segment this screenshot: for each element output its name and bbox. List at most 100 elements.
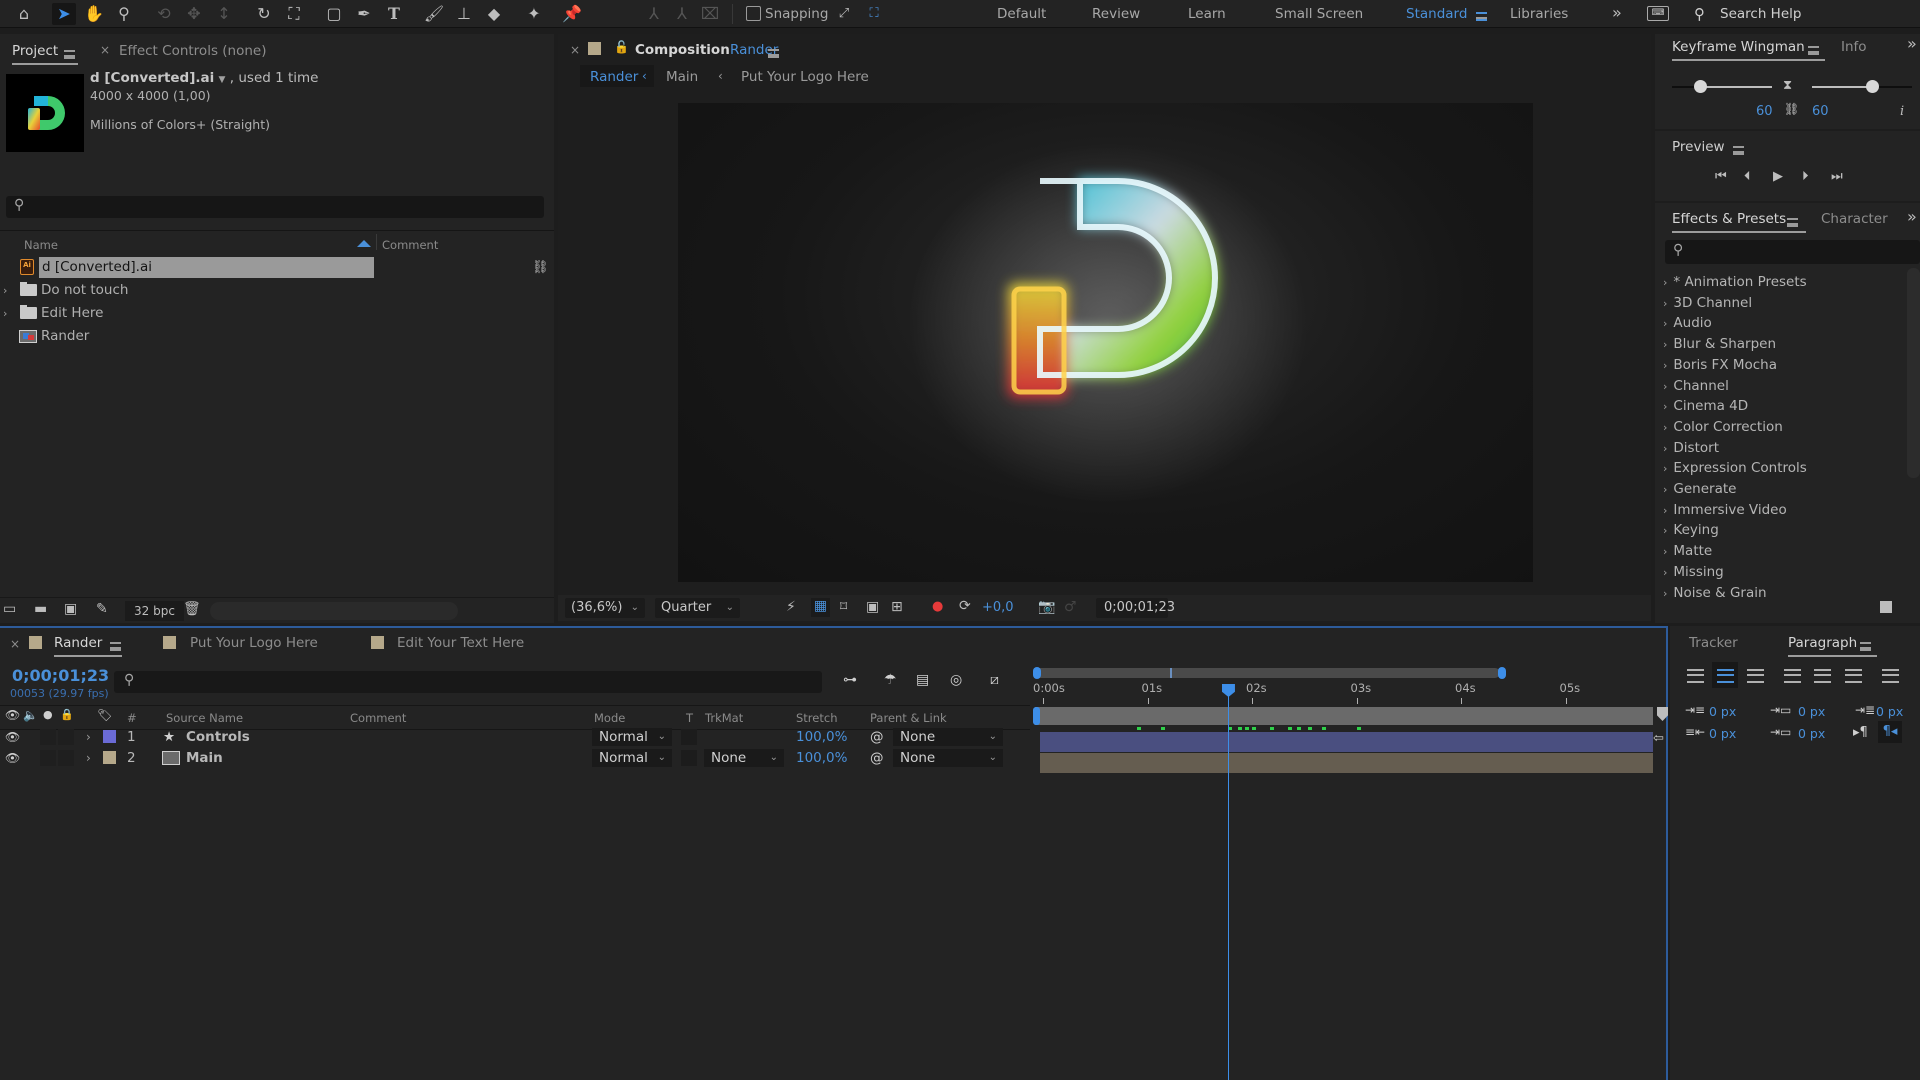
more-workspaces-icon[interactable]: » — [1612, 3, 1622, 22]
effects-category[interactable]: › Expression Controls — [1663, 460, 1807, 476]
lock-toggle[interactable] — [58, 729, 74, 745]
space-before-value[interactable]: 0 px — [1798, 704, 1825, 719]
interpret-footage-icon[interactable]: ▭ — [3, 601, 16, 617]
tab-edit-your-text-here[interactable]: Edit Your Text Here — [397, 635, 524, 651]
timeline-menu-icon[interactable] — [110, 639, 121, 654]
indent-left-value[interactable]: 0 px — [1709, 704, 1736, 719]
tab-character[interactable]: Character — [1821, 211, 1888, 227]
work-area-bar[interactable] — [1035, 707, 1653, 725]
region-of-interest-icon[interactable]: ▣ — [866, 599, 879, 615]
comp-marker-bin-icon[interactable] — [1657, 707, 1668, 721]
comp-mini-flowchart-icon[interactable]: ⊶ — [843, 672, 857, 688]
tab-keyframe-wingman[interactable]: Keyframe Wingman — [1672, 39, 1825, 61]
ease-in-slider-handle[interactable] — [1694, 80, 1707, 93]
workspace-default[interactable]: Default — [997, 6, 1046, 22]
layer-name[interactable]: Main — [186, 748, 223, 768]
home-icon[interactable]: ⌂ — [12, 3, 36, 25]
dolly-camera-icon[interactable]: ↕ — [212, 3, 236, 25]
column-name[interactable]: Name — [24, 238, 58, 252]
preserve-transparency-toggle[interactable] — [681, 750, 697, 766]
reset-exposure-icon[interactable]: ⟳ — [959, 598, 971, 614]
bit-depth-button[interactable]: 32 bpc — [125, 601, 184, 621]
mask-visibility-icon[interactable]: ⌑ — [840, 599, 847, 615]
workspace-menu-icon[interactable] — [1476, 9, 1487, 24]
layer-duration-bar[interactable] — [1040, 732, 1653, 752]
solo-toggle[interactable] — [40, 750, 56, 766]
layer-color-label[interactable] — [103, 730, 116, 743]
solo-toggle[interactable] — [40, 729, 56, 745]
tab-rander[interactable]: Rander — [54, 635, 123, 657]
layer-duration-bar[interactable] — [1040, 753, 1653, 773]
first-frame-icon[interactable]: ⏮ — [1715, 169, 1727, 184]
justify-last-center-icon[interactable] — [1814, 669, 1831, 683]
sort-ascending-icon[interactable] — [357, 240, 371, 247]
effects-category[interactable]: › Audio — [1663, 315, 1712, 331]
close-timeline-icon[interactable]: × — [10, 637, 20, 651]
breadcrumb-put-your-logo-here[interactable]: Put Your Logo Here — [741, 69, 869, 85]
ltr-direction-icon[interactable]: ▸¶ — [1853, 725, 1868, 740]
visibility-eye-icon[interactable]: 👁 — [5, 748, 20, 768]
column-mode[interactable]: Mode — [594, 711, 625, 725]
workspace-small-screen[interactable]: Small Screen — [1275, 6, 1363, 22]
effects-search-input[interactable]: ⚲ — [1665, 240, 1920, 264]
column-comment[interactable]: Comment — [350, 711, 406, 725]
align-center-icon[interactable] — [1717, 669, 1734, 683]
effects-category[interactable]: › Missing — [1663, 564, 1724, 580]
work-area-start-handle[interactable] — [1033, 707, 1040, 725]
stretch-value[interactable]: 100,0% — [796, 748, 847, 768]
trash-icon[interactable]: 🗑 — [183, 601, 201, 617]
timeline-search-input[interactable]: ⚲ — [114, 671, 822, 693]
layer-row[interactable]: 👁 › 2 Main Normal ⌄ None ⌄ 100,0% @ None ⌄ — [0, 748, 1030, 768]
new-folder-icon[interactable]: ▬ — [34, 601, 47, 617]
workspace-review[interactable]: Review — [1092, 6, 1140, 22]
flowchart-icon[interactable]: ⛓ — [532, 256, 549, 279]
layer-color-label[interactable] — [103, 751, 116, 764]
column-source-name[interactable]: Source Name — [166, 711, 243, 725]
column-trkmat[interactable]: TrkMat — [705, 711, 743, 725]
effects-category[interactable]: › Keying — [1663, 522, 1719, 538]
stretch-value[interactable]: 100,0% — [796, 727, 847, 747]
pan-camera-icon[interactable]: ✥ — [182, 3, 206, 25]
resolution-dropdown[interactable]: Quarter ⌄ — [655, 598, 740, 618]
draft-3d-icon[interactable]: ☂ — [884, 672, 897, 688]
project-item[interactable]: › Do not touch — [0, 279, 554, 302]
more-panels-icon[interactable]: » — [1907, 207, 1917, 226]
keyboard-shortcuts-icon[interactable]: ⌨ — [1647, 6, 1669, 21]
keyframe-wingman-menu-icon[interactable] — [1808, 43, 1819, 58]
effects-menu-icon[interactable] — [1787, 215, 1798, 230]
snap-feature-icon[interactable]: ⛶ — [862, 3, 886, 25]
indent-right-value[interactable]: 0 px — [1709, 726, 1736, 741]
project-scrollbar[interactable] — [210, 602, 458, 620]
workspace-standard[interactable]: Standard — [1406, 6, 1467, 22]
tab-effect-controls[interactable]: Effect Controls (none) — [119, 43, 266, 59]
graph-editor-icon[interactable]: ⧄ — [990, 672, 999, 688]
next-frame-icon[interactable]: ⏵ — [1802, 169, 1809, 184]
close-effect-controls-icon[interactable]: × — [100, 43, 110, 57]
expand-chevron-icon[interactable]: › — [3, 279, 7, 302]
fast-previews-icon[interactable]: ⚡ — [786, 599, 796, 615]
orbit-camera-icon[interactable]: ⟲ — [152, 3, 176, 25]
snapshot-camera-icon[interactable]: 📷 — [1038, 599, 1055, 615]
preserve-transparency-toggle[interactable] — [681, 729, 697, 745]
blend-mode-dropdown[interactable]: Normal ⌄ — [592, 749, 672, 767]
project-menu-icon[interactable] — [64, 47, 75, 62]
frame-blending-icon[interactable]: ▤ — [916, 672, 929, 688]
effects-category[interactable]: › Distort — [1663, 440, 1719, 456]
more-panels-icon[interactable]: » — [1907, 34, 1917, 53]
parent-dropdown[interactable]: None ⌄ — [893, 728, 1003, 746]
type-tool-icon[interactable]: T — [382, 3, 406, 25]
rtl-direction-icon[interactable]: ¶◂ — [1878, 721, 1902, 743]
current-time-display[interactable]: 0;00;01;23 — [1096, 598, 1175, 618]
hand-tool-icon[interactable]: ✋ — [82, 3, 106, 25]
clone-stamp-icon[interactable]: ⊥ — [452, 3, 476, 25]
ease-out-slider-handle[interactable] — [1866, 80, 1879, 93]
selection-tool-icon[interactable]: ➤ — [52, 3, 76, 25]
brush-tool-icon[interactable]: 🖌 — [422, 3, 446, 25]
space-after-value[interactable]: 0 px — [1798, 726, 1825, 741]
column-comment[interactable]: Comment — [382, 238, 438, 252]
justify-last-right-icon[interactable] — [1845, 669, 1862, 683]
world-axis-icon[interactable]: ⅄ — [670, 3, 694, 25]
puppet-pin-icon[interactable]: 📌 — [560, 3, 584, 25]
pan-behind-icon[interactable]: ⛶ — [282, 3, 306, 25]
playhead[interactable] — [1221, 684, 1235, 1080]
